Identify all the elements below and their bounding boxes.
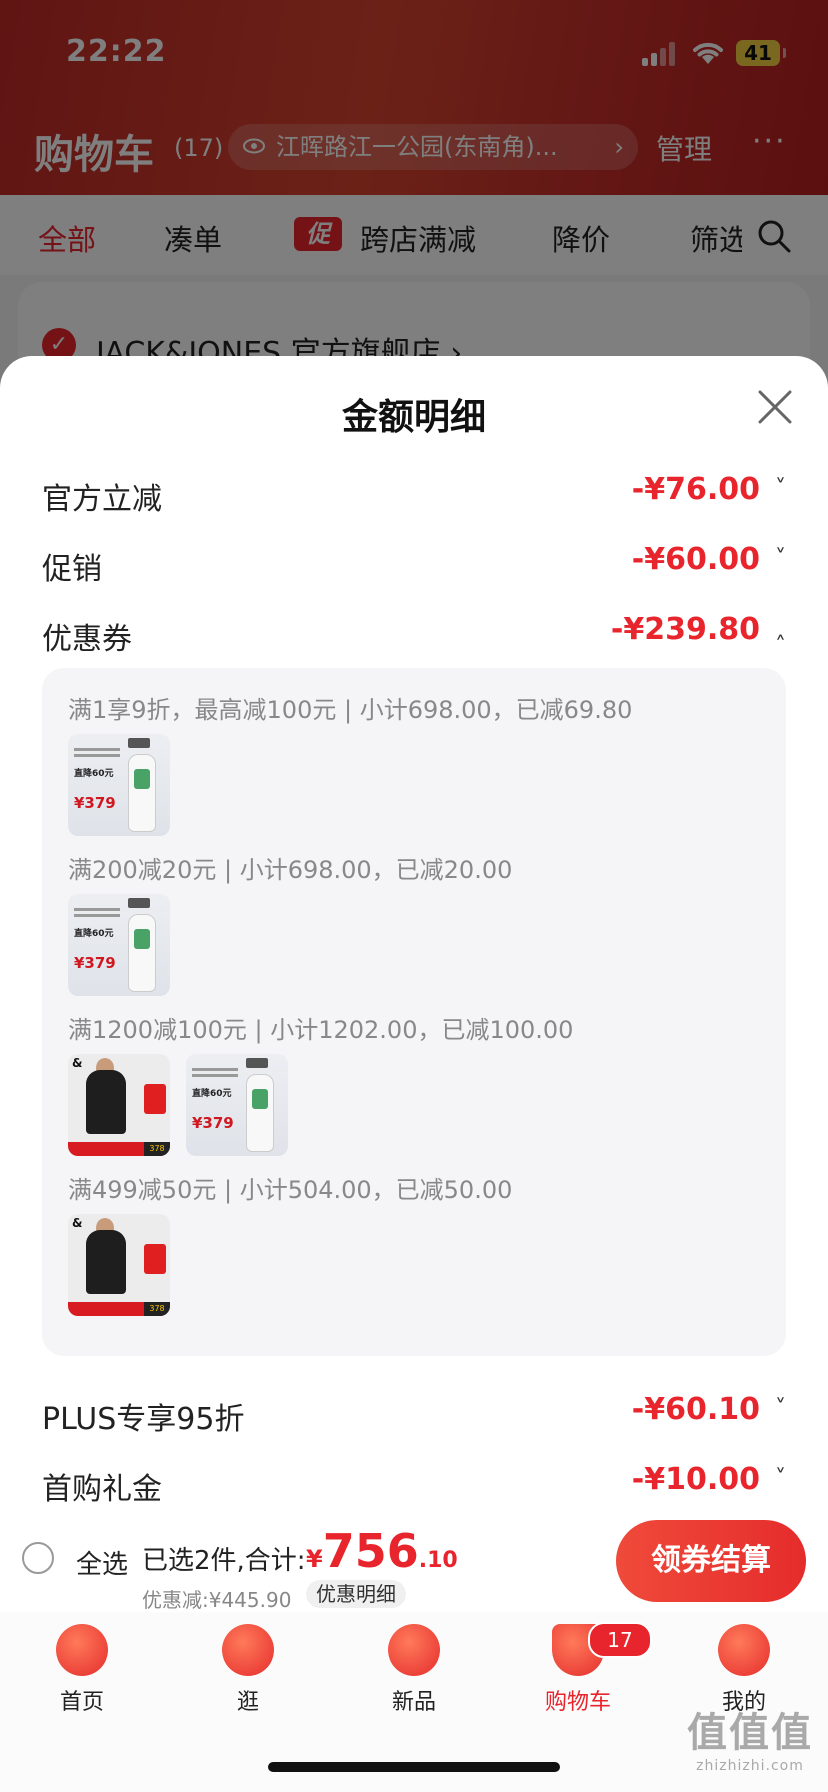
home-icon	[56, 1624, 108, 1676]
close-icon[interactable]	[756, 388, 794, 426]
amount-detail-sheet: 金额明细 官方立减 -¥76.00 ˅ 促销 -¥60.00 ˅ 优惠券 -¥2…	[0, 356, 828, 1516]
currency-symbol: ¥	[306, 1545, 323, 1573]
total-decimal: .10	[418, 1548, 458, 1573]
thumb-drop-text: 直降60元	[74, 769, 114, 779]
row-label: PLUS专享95折	[42, 1402, 245, 1437]
tab-new-items[interactable]: 新品	[354, 1624, 474, 1716]
row-label: 优惠券	[42, 622, 132, 657]
selected-summary: 已选2件,合计:	[142, 1546, 306, 1576]
chevron-up-icon: ˅	[775, 616, 786, 641]
chevron-down-icon: ˅	[775, 546, 786, 571]
tab-home[interactable]: 首页	[22, 1624, 142, 1716]
row-coupon[interactable]: 优惠券 -¥239.80 ˅	[42, 606, 786, 657]
checkout-bar: 全选 已选2件,合计: ¥756.10 优惠减:¥445.90 优惠明细 领券结…	[0, 1512, 828, 1612]
select-all-checkbox[interactable]	[22, 1542, 54, 1574]
row-first-purchase-gift[interactable]: 首购礼金 -¥10.00 ˅	[42, 1456, 786, 1507]
product-thumbnail-jacket[interactable]: & 378	[68, 1214, 170, 1316]
chevron-down-icon: ˅	[775, 1396, 786, 1421]
home-indicator[interactable]	[268, 1762, 560, 1772]
thumb-code: 378	[144, 1302, 170, 1316]
browse-icon	[222, 1624, 274, 1676]
profile-icon	[718, 1624, 770, 1676]
thumb-logo: &	[72, 1056, 83, 1070]
tab-browse[interactable]: 逛	[188, 1624, 308, 1716]
product-thumbnail-thermometer[interactable]: 直降60元 ¥379	[68, 734, 170, 836]
row-amount: -¥60.10	[631, 1392, 760, 1427]
row-label: 官方立减	[42, 482, 162, 517]
discount-total: 优惠减:¥445.90	[142, 1588, 292, 1612]
product-thumbnail-jacket[interactable]: & 378	[68, 1054, 170, 1156]
coupon-rule: 满1200减100元 | 小计1202.00，已减100.00	[68, 1016, 574, 1044]
watermark-url: zhizhizhi.com	[696, 1758, 804, 1774]
product-thumbnail-thermometer[interactable]: 直降60元 ¥379	[186, 1054, 288, 1156]
row-label: 首购礼金	[42, 1472, 162, 1507]
thumb-drop-text: 直降60元	[74, 929, 114, 939]
discount-detail-link[interactable]: 优惠明细	[306, 1580, 406, 1608]
watermark: 值值值 zhizhizhi.com	[680, 1700, 820, 1774]
thumb-price: ¥379	[192, 1114, 234, 1132]
chevron-down-icon: ˅	[775, 476, 786, 501]
thumb-price: ¥379	[74, 794, 116, 812]
row-promotion[interactable]: 促销 -¥60.00 ˅	[42, 536, 786, 587]
row-label: 促销	[42, 552, 102, 587]
row-official-discount[interactable]: 官方立减 -¥76.00 ˅	[42, 466, 786, 517]
row-amount: -¥76.00	[631, 472, 760, 507]
thumb-logo: &	[72, 1216, 83, 1230]
thumb-drop-text: 直降60元	[192, 1089, 232, 1099]
select-all-label[interactable]: 全选	[76, 1544, 128, 1581]
tab-label: 逛	[236, 1690, 259, 1715]
row-amount: -¥239.80	[610, 612, 760, 647]
coupon-rule: 满499减50元 | 小计504.00，已减50.00	[68, 1176, 513, 1204]
thumb-code: 378	[144, 1142, 170, 1156]
row-plus-discount[interactable]: PLUS专享95折 -¥60.10 ˅	[42, 1386, 786, 1437]
row-amount: -¥10.00	[631, 1462, 760, 1497]
watermark-logo: 值值值	[687, 1710, 813, 1756]
coupon-rule: 满1享9折，最高减100元 | 小计698.00，已减69.80	[68, 696, 633, 724]
cart-badge: 17	[588, 1622, 652, 1658]
coupon-rule: 满200减20元 | 小计698.00，已减20.00	[68, 856, 513, 884]
chevron-down-icon: ˅	[775, 1466, 786, 1491]
sheet-title: 金额明细	[341, 397, 486, 438]
new-items-icon	[388, 1624, 440, 1676]
product-thumbnail-thermometer[interactable]: 直降60元 ¥379	[68, 894, 170, 996]
tab-label: 首页	[59, 1690, 104, 1715]
row-amount: -¥60.00	[631, 542, 760, 577]
tab-label: 新品	[391, 1690, 436, 1715]
thumb-price: ¥379	[74, 954, 116, 972]
total-price: ¥756.10	[306, 1524, 458, 1578]
total-integer: 756	[322, 1524, 419, 1578]
checkout-button[interactable]: 领券结算	[616, 1520, 806, 1602]
coupon-breakdown: 满1享9折，最高减100元 | 小计698.00，已减69.80 直降60元 ¥…	[42, 668, 786, 1356]
tab-label: 购物车	[544, 1690, 611, 1715]
